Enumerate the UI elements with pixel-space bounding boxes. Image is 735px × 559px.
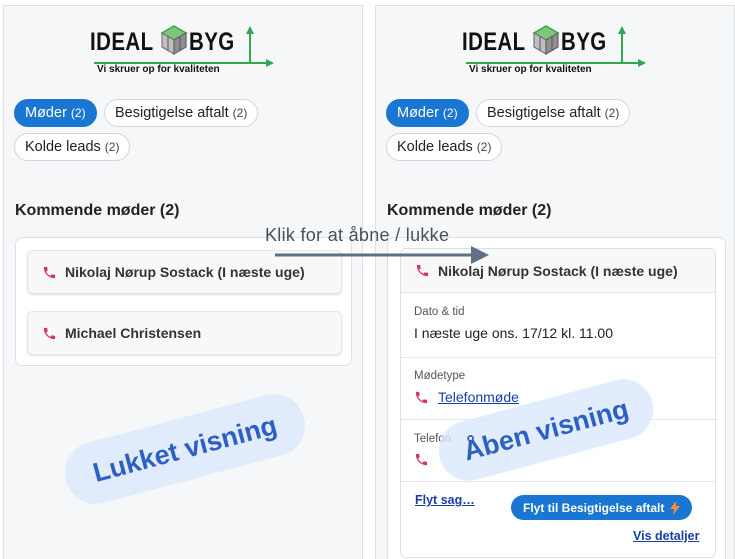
click-hint-text: Klik for at åbne / lukke xyxy=(265,225,450,245)
meeting-type-link[interactable]: Telefonmøde xyxy=(438,389,519,405)
meeting-name: Nikolaj Nørup Sostack (I næste uge) xyxy=(65,264,305,280)
show-details-link[interactable]: Vis detaljer xyxy=(633,529,699,543)
arrow-right-icon xyxy=(275,246,489,264)
tab-kolde-leads[interactable]: Kolde leads (2) xyxy=(386,133,503,161)
logo-tagline: Vi skruer op for kvaliteten xyxy=(469,64,592,75)
logo-tagline: Vi skruer op for kvaliteten xyxy=(97,64,220,75)
date-value: I næste uge ons. 17/12 kl. 11.00 xyxy=(414,325,613,341)
ideal-byg-logo: IDEAL BYG Vi skruer op for kvaliteten xyxy=(462,14,662,80)
tab-moder[interactable]: Møder (2) xyxy=(14,99,97,127)
tab-count: (2) xyxy=(104,140,120,154)
tab-count: (2) xyxy=(70,106,86,120)
tab-besigtigelse-aftalt[interactable]: Besigtigelse aftalt (2) xyxy=(476,99,631,127)
tab-count: (2) xyxy=(604,106,620,120)
meeting-name: Michael Christensen xyxy=(65,325,202,341)
date-field: Dato & tid I næste uge ons. 17/12 kl. 11… xyxy=(414,306,613,341)
meeting-item[interactable]: Michael Christensen xyxy=(27,311,342,355)
ideal-byg-logo: IDEAL BYG Vi skruer op for kvaliteten xyxy=(90,14,290,80)
move-case-link[interactable]: Flyt sag… xyxy=(415,493,475,507)
tab-label: Besigtigelse aftalt xyxy=(487,105,601,121)
tab-label: Møder xyxy=(397,105,439,121)
phone-icon xyxy=(43,266,56,278)
tab-label: Kolde leads xyxy=(397,139,473,155)
tab-moder[interactable]: Møder (2) xyxy=(386,99,469,127)
tab-kolde-leads[interactable]: Kolde leads (2) xyxy=(14,133,131,161)
phone-icon xyxy=(43,327,56,339)
open-view-panel: IDEAL BYG Vi skruer op for kvaliteten Mø… xyxy=(375,5,735,559)
tab-besigtigelse-aftalt[interactable]: Besigtigelse aftalt (2) xyxy=(104,99,259,127)
move-button-label: Flyt til Besigtigelse aftalt xyxy=(523,500,665,515)
move-to-besigtigelse-button[interactable]: Flyt til Besigtigelse aftalt xyxy=(511,495,693,520)
phone-icon xyxy=(415,391,428,403)
tab-label: Kolde leads xyxy=(25,139,101,155)
section-title: Kommende møder (2) xyxy=(15,202,180,219)
tab-count: (2) xyxy=(232,106,248,120)
tab-label: Besigtigelse aftalt xyxy=(115,105,229,121)
tab-label: Møder xyxy=(25,105,67,121)
section-title: Kommende møder (2) xyxy=(387,202,552,219)
meeting-type-field: Mødetype Telefonmøde xyxy=(414,370,519,405)
tab-count: (2) xyxy=(476,140,492,154)
meeting-type-value: Telefonmøde xyxy=(414,389,519,405)
meeting-type-label: Mødetype xyxy=(414,370,466,382)
phone-icon xyxy=(415,453,428,466)
divider xyxy=(401,357,715,358)
lightning-icon xyxy=(670,500,681,515)
tab-count: (2) xyxy=(442,106,458,120)
divider xyxy=(401,481,715,482)
date-label: Dato & tid xyxy=(414,306,465,318)
